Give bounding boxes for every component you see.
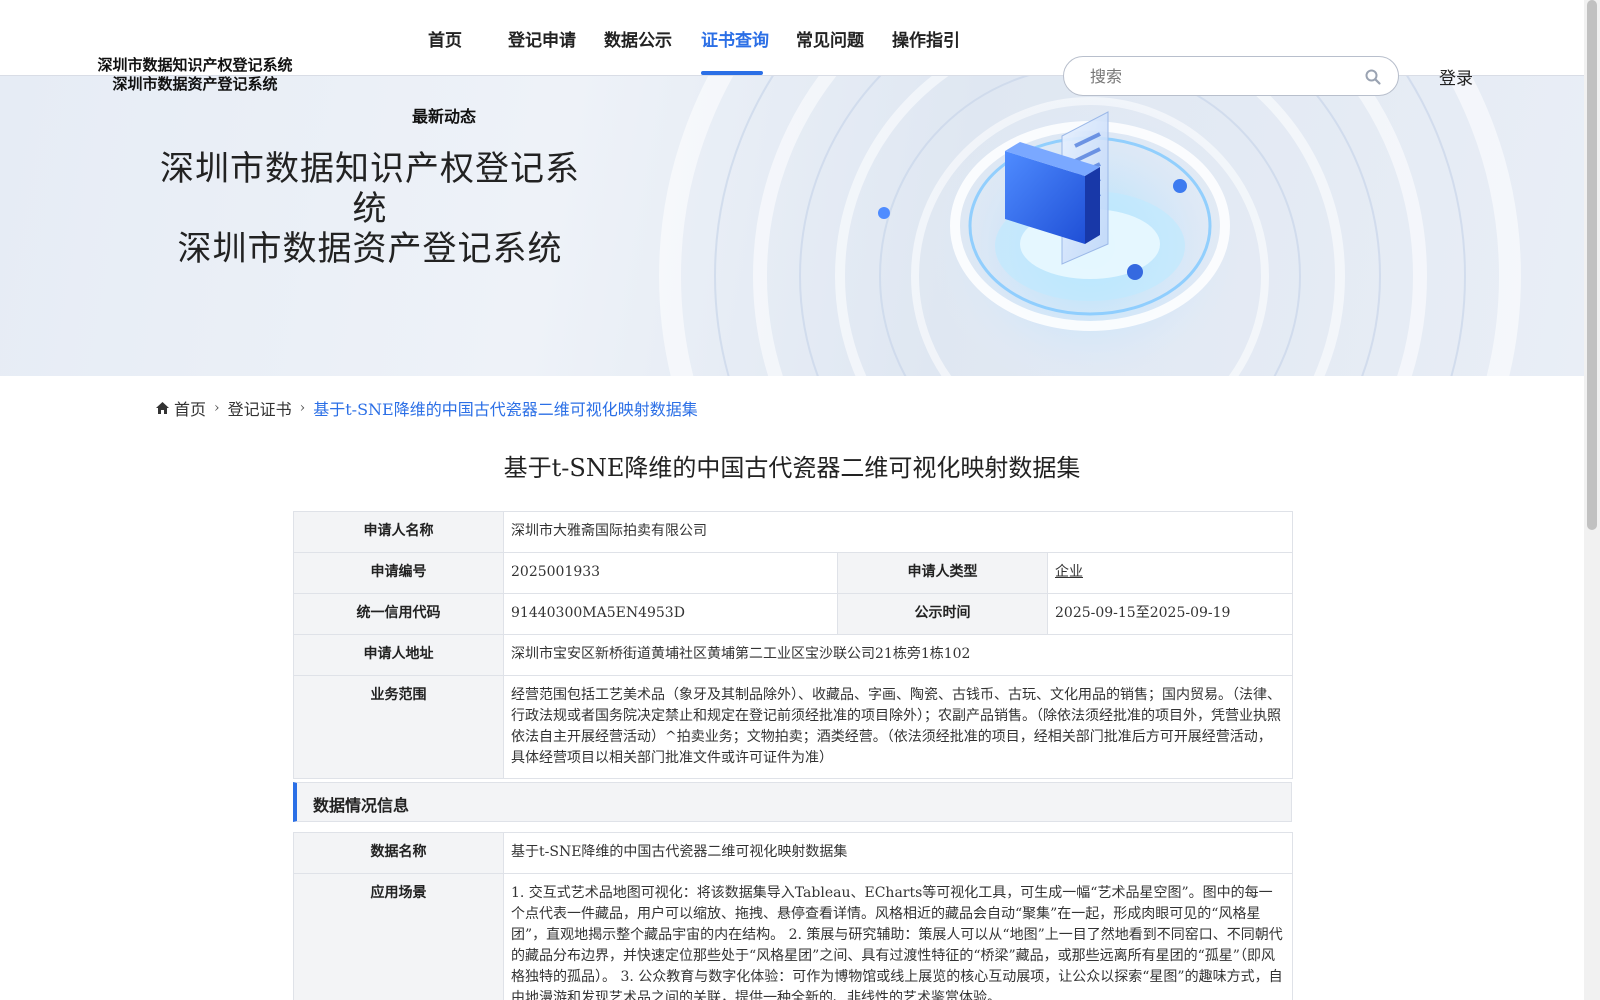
application-number-value: 2025001933 [503, 552, 838, 594]
login-link[interactable]: 登录 [1439, 64, 1473, 89]
table-row: 申请人名称 深圳市大雅斋国际拍卖有限公司 [293, 511, 1294, 553]
data-info-table: 数据名称 基于t-SNE降维的中国古代瓷器二维可视化映射数据集 应用场景 1. … [293, 832, 1293, 1000]
credit-code-label: 统一信用代码 [293, 593, 504, 635]
nav-active-indicator [701, 71, 763, 75]
nav-guide[interactable]: 操作指引 [892, 26, 960, 51]
breadcrumb-home[interactable]: 首页 [174, 396, 206, 420]
applicant-type-value[interactable]: 企业 [1055, 564, 1083, 580]
applicant-address-value: 深圳市宝安区新桥街道黄埔社区黄埔第二工业区宝沙联公司21栋旁1栋102 [502, 634, 1294, 676]
nav-latest-news[interactable]: 最新动态 [412, 103, 476, 127]
chevron-right-icon: › [214, 400, 220, 416]
table-row: 统一信用代码 91440300MA5EN4953D 公示时间 2025-09-1… [293, 593, 1294, 635]
section-heading: 数据情况信息 [313, 796, 410, 815]
applicant-type-label: 申请人类型 [837, 552, 1048, 594]
data-info-section-header: 数据情况信息 [293, 782, 1292, 822]
data-name-label: 数据名称 [293, 832, 504, 874]
nav-data-publicity[interactable]: 数据公示 [604, 26, 672, 51]
nav-faq[interactable]: 常见问题 [796, 26, 864, 51]
page-title: 基于t-SNE降维的中国古代瓷器二维可视化映射数据集 [503, 454, 1081, 482]
applicant-name-value: 深圳市大雅斋国际拍卖有限公司 [502, 511, 1294, 553]
table-row: 数据名称 基于t-SNE降维的中国古代瓷器二维可视化映射数据集 [293, 832, 1293, 874]
search-icon[interactable] [1364, 68, 1382, 86]
applicant-info-table: 申请人名称 深圳市大雅斋国际拍卖有限公司 申请编号 2025001933 申请人… [293, 511, 1294, 779]
site-header: 深圳市数据知识产权登记系统 深圳市数据资产登记系统 首页 登记申请 数据公示 证… [0, 0, 1584, 96]
table-row: 申请编号 2025001933 申请人类型 企业 [293, 552, 1294, 594]
banner-title: 深圳市数据知识产权登记系统 深圳市数据资产登记系统 [160, 149, 580, 269]
publicity-time-label: 公示时间 [837, 593, 1048, 635]
chevron-right-icon: › [299, 400, 306, 416]
table-row: 业务范围 经营范围包括工艺美术品（象牙及其制品除外）、收藏品、字画、陶瓷、古钱币… [293, 675, 1294, 779]
credit-code-value: 91440300MA5EN4953D [503, 593, 838, 635]
banner-title-line-2: 深圳市数据资产登记系统 [177, 229, 563, 269]
search-box[interactable] [1063, 56, 1399, 96]
business-scope-label: 业务范围 [293, 675, 504, 779]
search-input[interactable] [1090, 65, 1350, 87]
application-number-label: 申请编号 [293, 552, 504, 594]
nav-certificate-query[interactable]: 证书查询 [701, 26, 769, 51]
application-scenario-label: 应用场景 [293, 873, 504, 1000]
home-icon[interactable] [155, 401, 170, 415]
hero-banner: 深圳市数据知识产权登记系统 深圳市数据资产登记系统 [0, 76, 1584, 376]
logo-line-1: 深圳市数据知识产权登记系统 [97, 56, 293, 74]
breadcrumb-certificates[interactable]: 登记证书 [228, 396, 292, 420]
page-scrollbar[interactable] [1584, 0, 1600, 1000]
table-row: 申请人地址 深圳市宝安区新桥街道黄埔社区黄埔第二工业区宝沙联公司21栋旁1栋10… [293, 634, 1294, 676]
application-scenario-value: 1. 交互式艺术品地图可视化：将该数据集导入Tableau、ECharts等可视… [503, 873, 1293, 1000]
nav-registration[interactable]: 登记申请 [508, 26, 576, 51]
business-scope-value: 经营范围包括工艺美术品（象牙及其制品除外）、收藏品、字画、陶瓷、古钱币、古玩、文… [502, 675, 1294, 779]
breadcrumb: 首页 › 登记证书 › 基于t-SNE降维的中国古代瓷器二维可视化映射数据集 [155, 396, 698, 420]
publicity-time-value: 2025-09-15至2025-09-19 [1046, 593, 1294, 635]
applicant-address-label: 申请人地址 [293, 634, 504, 676]
site-logo[interactable]: 深圳市数据知识产权登记系统 深圳市数据资产登记系统 [90, 56, 300, 94]
scrollbar-thumb[interactable] [1587, 0, 1597, 530]
table-row: 应用场景 1. 交互式艺术品地图可视化：将该数据集导入Tableau、EChar… [293, 873, 1293, 1000]
breadcrumb-current: 基于t-SNE降维的中国古代瓷器二维可视化映射数据集 [313, 400, 698, 419]
applicant-name-label: 申请人名称 [293, 511, 504, 553]
nav-home[interactable]: 首页 [428, 26, 462, 51]
banner-title-line-1: 深圳市数据知识产权登记系统 [160, 149, 580, 229]
logo-line-2: 深圳市数据资产登记系统 [112, 75, 278, 93]
data-name-value: 基于t-SNE降维的中国古代瓷器二维可视化映射数据集 [503, 832, 1293, 874]
